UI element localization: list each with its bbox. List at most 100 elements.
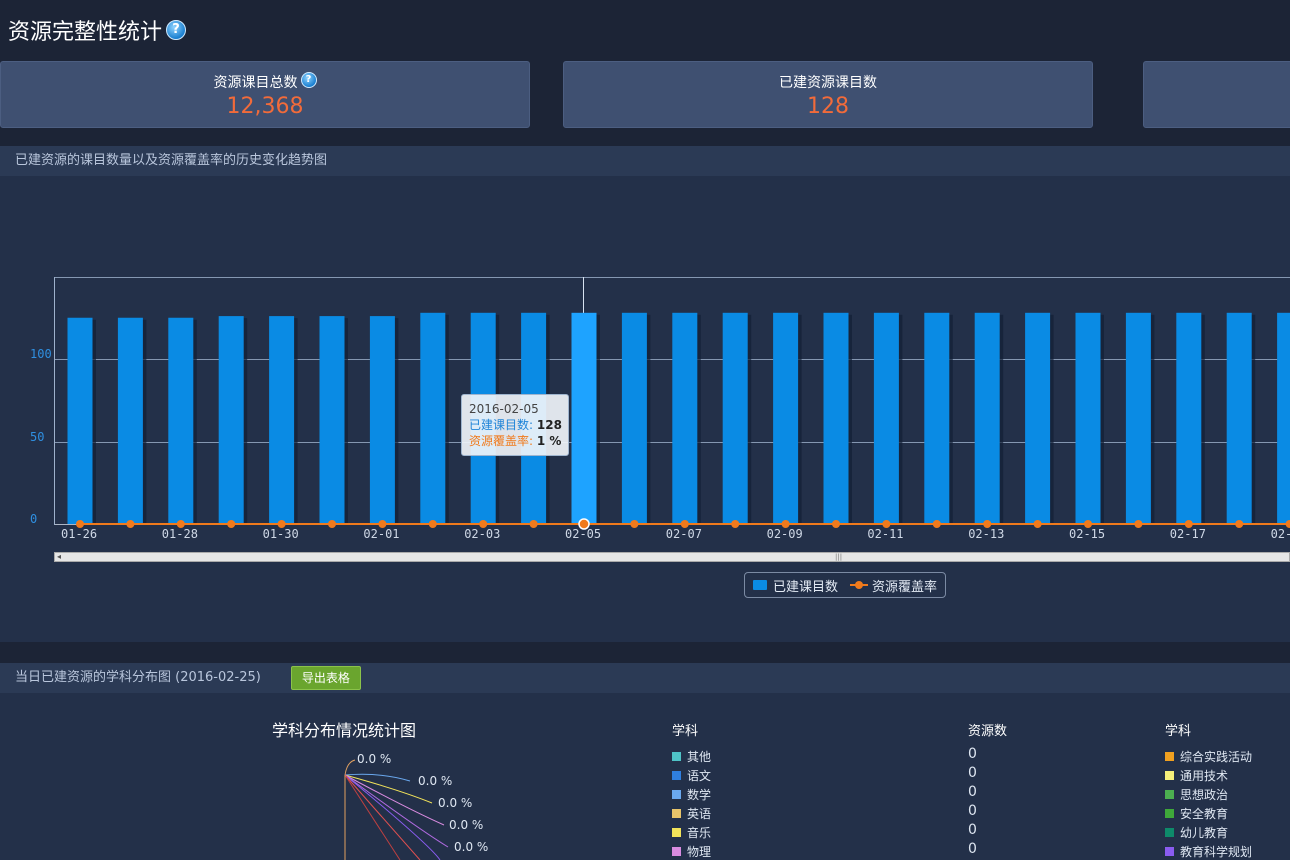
bar-01-27[interactable]: [117, 317, 143, 524]
subject-swatch: [1165, 790, 1174, 799]
coverage-point-02-14[interactable]: [1033, 520, 1042, 528]
subject-swatch: [1165, 752, 1174, 761]
x-tick-label: 02-11: [867, 527, 904, 541]
subject-swatch: [672, 790, 681, 799]
subject-row: 综合实践活动: [1165, 748, 1252, 765]
subject-name: 安全教育: [1180, 807, 1229, 821]
chart-scrollbar[interactable]: ◂ |||: [54, 552, 1290, 562]
subject-row: 语文: [672, 767, 711, 784]
chart-legend: 已建课目数 资源覆盖率: [744, 572, 947, 598]
coverage-point-01-27[interactable]: [126, 520, 135, 528]
coverage-point-02-02[interactable]: [428, 520, 437, 528]
coverage-point-02-18[interactable]: [1235, 520, 1244, 528]
bar-01-26[interactable]: [67, 317, 93, 524]
bar-01-30[interactable]: [269, 316, 295, 524]
coverage-point-02-04[interactable]: [529, 520, 538, 528]
subject-row: 英语: [672, 805, 711, 822]
subject-row: 幼儿教育: [1165, 824, 1228, 841]
pie-slice-label: 0.0 %: [357, 752, 392, 766]
bar-02-18[interactable]: [1226, 312, 1252, 524]
subject-swatch: [1165, 771, 1174, 780]
subject-row: 安全教育: [1165, 805, 1228, 822]
subject-row: 思想政治: [1165, 786, 1228, 803]
subject-swatch: [672, 828, 681, 837]
tooltip-line-value: 1 %: [536, 434, 562, 448]
bar-02-14[interactable]: [1025, 312, 1051, 524]
subject-name: 幼儿教育: [1180, 826, 1229, 840]
bar-02-01[interactable]: [369, 316, 395, 524]
bar-02-08[interactable]: [722, 312, 748, 524]
x-tick-label: 02-: [1270, 527, 1290, 541]
subject-count: 0: [968, 784, 977, 800]
subject-row: 数学: [672, 786, 711, 803]
subject-name: 其他: [687, 750, 712, 764]
subject-row: 通用技术: [1165, 767, 1228, 784]
subject-name: 综合实践活动: [1180, 750, 1253, 764]
subject-panel: 当日已建资源的学科分布图 (2016-02-25) 导出表格: [0, 663, 1290, 860]
pie-slice-label: 0.0 %: [438, 796, 473, 810]
coverage-point-02-08[interactable]: [731, 520, 740, 528]
x-tick-label: 01-26: [61, 527, 98, 541]
subject-name: 通用技术: [1180, 769, 1229, 783]
bar-02-09[interactable]: [773, 312, 799, 524]
x-tick-label: 01-30: [262, 527, 299, 541]
coverage-point-01-31[interactable]: [328, 520, 336, 528]
scroll-grip-icon[interactable]: |||: [835, 553, 842, 561]
bar-02-02[interactable]: [420, 312, 446, 524]
subject-name: 教育科学规划: [1180, 845, 1253, 859]
subject-row: 其他: [672, 748, 711, 765]
tooltip-date: 2016-02-05: [469, 402, 539, 416]
x-tick-label: 02-07: [665, 527, 702, 541]
bar-02-17[interactable]: [1176, 312, 1202, 524]
subject-swatch: [672, 752, 681, 761]
bar-02-06[interactable]: [621, 312, 647, 524]
coverage-point-01-29[interactable]: [227, 520, 236, 528]
chart-tooltip: 2016-02-05 已建课目数: 128 资源覆盖率: 1 %: [461, 394, 569, 456]
bar-02-12[interactable]: [924, 312, 950, 524]
bar-01-29[interactable]: [218, 316, 244, 524]
bar-02-13[interactable]: [974, 312, 1000, 524]
subject-row: 教育科学规划: [1165, 843, 1252, 860]
bar-02-07[interactable]: [672, 312, 698, 524]
bar-02-11[interactable]: [873, 312, 899, 524]
coverage-point-02-16[interactable]: [1134, 520, 1143, 528]
legend-line-label[interactable]: 资源覆盖率: [872, 576, 937, 595]
subject-name: 语文: [687, 769, 712, 783]
coverage-point-02-06[interactable]: [630, 520, 639, 528]
scroll-left-arrow-icon[interactable]: ◂: [55, 553, 63, 561]
subject-count: 0: [968, 803, 977, 819]
bar-02-19[interactable]: [1277, 312, 1290, 524]
subject-swatch: [672, 809, 681, 818]
tooltip-bar-label: 已建课目数:: [469, 418, 534, 432]
subject-count: 0: [968, 822, 977, 838]
tooltip-line-label: 资源覆盖率:: [469, 434, 534, 448]
table-header-subject: 学科: [672, 724, 699, 739]
x-tick-label: 02-15: [1069, 527, 1106, 541]
pie-title: 学科分布情况统计图: [272, 721, 417, 740]
subject-count: 0: [968, 765, 977, 781]
x-tick-label: 02-03: [464, 527, 501, 541]
x-tick-label: 01-28: [161, 527, 198, 541]
legend-bar-swatch: [753, 580, 767, 590]
bar-02-10[interactable]: [823, 312, 849, 524]
legend-bar-label[interactable]: 已建课目数: [773, 576, 838, 595]
subject-swatch: [1165, 847, 1174, 856]
coverage-point-02-10[interactable]: [832, 520, 840, 528]
bar-02-16[interactable]: [1125, 312, 1151, 524]
bar-02-15[interactable]: [1075, 312, 1101, 524]
bar-01-28[interactable]: [168, 317, 194, 524]
coverage-point-02-12[interactable]: [932, 520, 941, 528]
subject-swatch: [672, 847, 681, 856]
x-tick-label: 02-09: [766, 527, 803, 541]
bar-01-31[interactable]: [319, 316, 345, 524]
table-header-count: 资源数: [968, 724, 1008, 739]
pie-slice-label: 0.0 %: [449, 818, 484, 832]
bar-02-05[interactable]: [571, 312, 597, 524]
export-table-button[interactable]: 导出表格: [290, 666, 361, 690]
x-tick-label: 02-13: [968, 527, 1005, 541]
subject-count: 0: [968, 746, 977, 762]
subject-swatch: [1165, 809, 1174, 818]
subject-row: 音乐: [672, 824, 711, 841]
subject-swatch: [1165, 828, 1174, 837]
legend-line-swatch: [850, 580, 869, 590]
